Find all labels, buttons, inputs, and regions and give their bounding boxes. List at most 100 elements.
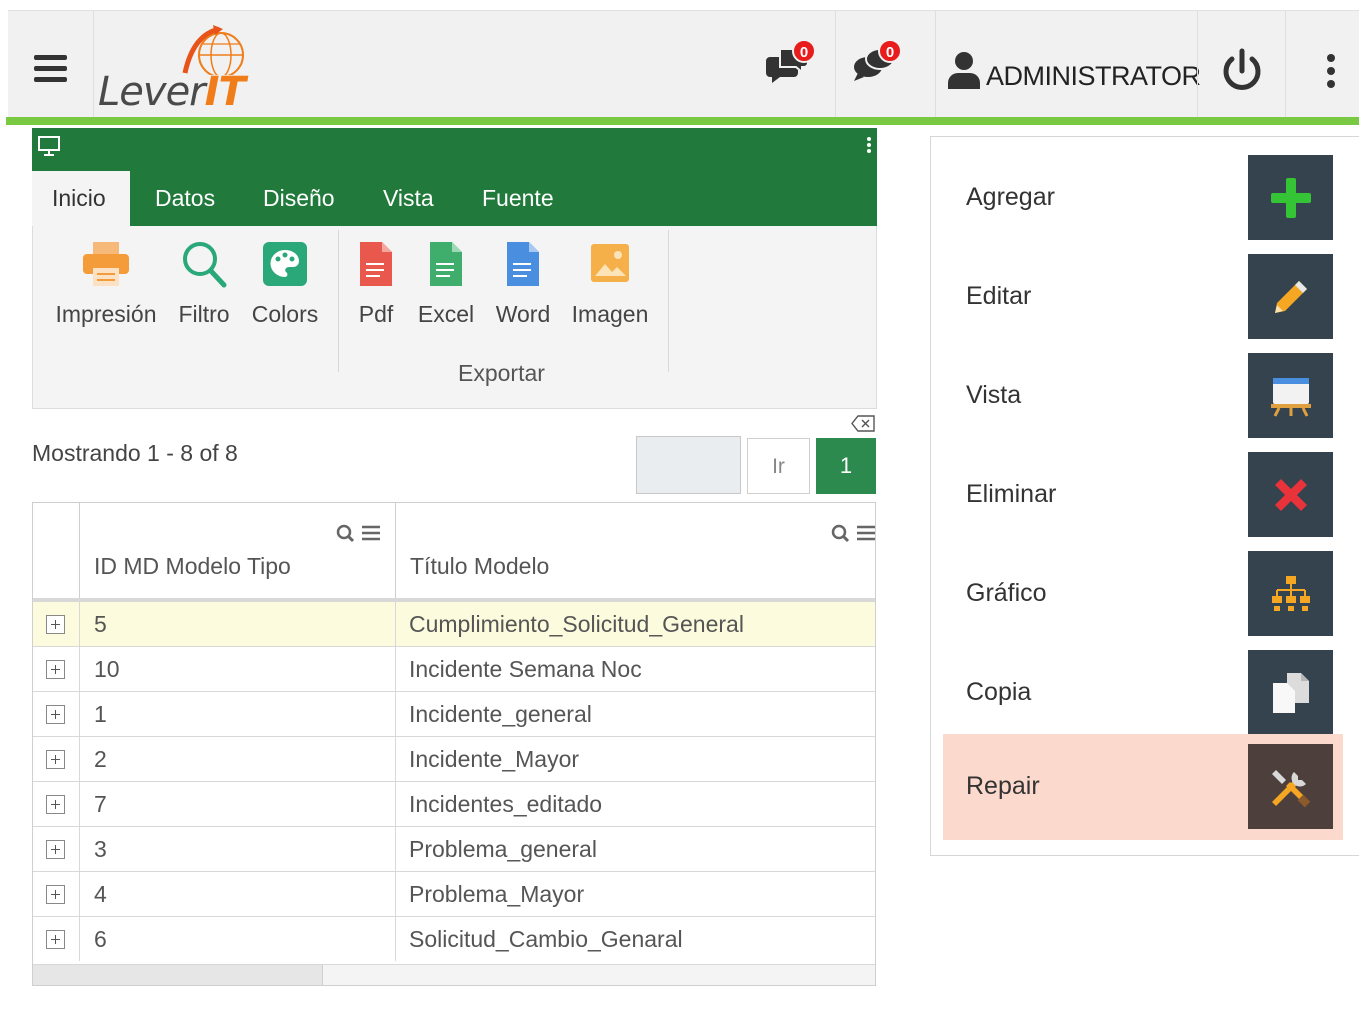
- add-action[interactable]: Agregar: [943, 145, 1343, 244]
- chart-action[interactable]: Gráfico: [943, 541, 1343, 640]
- delete-action[interactable]: Eliminar: [943, 442, 1343, 541]
- image-label: Imagen: [571, 301, 649, 327]
- colors-button[interactable]: Colors: [245, 240, 325, 328]
- chats-button[interactable]: 0: [852, 39, 902, 85]
- easel-icon: [1270, 377, 1311, 417]
- table-row[interactable]: 4 Problema_Mayor: [33, 871, 875, 916]
- go-button[interactable]: Ir: [747, 438, 810, 494]
- expand-plus-icon[interactable]: [46, 750, 65, 769]
- cell-id: 6: [80, 917, 396, 961]
- cell-title: Solicitud_Cambio_Genaral: [409, 926, 683, 952]
- expand-plus-icon[interactable]: [46, 705, 65, 724]
- cell-title: Problema_Mayor: [409, 881, 585, 907]
- pdf-export-button[interactable]: Pdf: [351, 240, 401, 328]
- table-row[interactable]: 6 Solicitud_Cambio_Genaral: [33, 916, 875, 961]
- filter-button[interactable]: Filtro: [173, 240, 235, 328]
- copy-action[interactable]: Copia: [943, 640, 1343, 739]
- cell-id: 3: [80, 827, 396, 871]
- tab-vista[interactable]: Vista: [363, 171, 454, 226]
- cell-title: Incidente Semana Noc: [409, 656, 642, 682]
- expand-plus-icon[interactable]: [46, 660, 65, 679]
- word-file-icon: [507, 242, 539, 286]
- column-title-title: Título Modelo: [410, 553, 550, 579]
- user-menu[interactable]: ADMINISTRATOR: [935, 11, 1201, 118]
- excel-file-icon: [430, 242, 462, 286]
- globe-logo-icon: [182, 25, 244, 75]
- clear-input-icon[interactable]: [851, 415, 875, 432]
- page-1-button[interactable]: 1: [816, 438, 876, 494]
- tab-diseno[interactable]: Diseño: [243, 171, 355, 226]
- repair-action-label: Repair: [966, 772, 1040, 800]
- more-vertical-icon[interactable]: [1324, 53, 1338, 89]
- column-title-id: ID MD Modelo Tipo: [94, 553, 291, 579]
- hamburger-icon-bar: [34, 55, 67, 60]
- delete-action-label: Eliminar: [966, 480, 1057, 508]
- excel-label: Excel: [417, 301, 475, 327]
- view-action-tile[interactable]: [1248, 353, 1333, 438]
- pdf-file-icon: [360, 242, 392, 286]
- cell-title: Problema_general: [409, 836, 597, 862]
- accent-line: [6, 117, 1359, 125]
- leverit-logo[interactable]: LeverIT: [98, 25, 248, 115]
- scrollbar-thumb[interactable]: [33, 965, 323, 985]
- tab-datos[interactable]: Datos: [135, 171, 235, 226]
- menu-toggle-button[interactable]: [8, 11, 94, 118]
- column-search-menu-icon[interactable]: [831, 523, 879, 545]
- column-header-id[interactable]: ID MD Modelo Tipo: [80, 503, 396, 600]
- add-action-tile[interactable]: [1248, 155, 1333, 240]
- delete-action-tile[interactable]: [1248, 452, 1333, 537]
- chart-action-tile[interactable]: [1248, 551, 1333, 636]
- repair-action[interactable]: Repair: [943, 734, 1343, 840]
- expand-plus-icon[interactable]: [46, 615, 65, 634]
- chats-badge: 0: [878, 39, 902, 63]
- edit-action-tile[interactable]: [1248, 254, 1333, 339]
- pencil-icon: [1274, 280, 1307, 313]
- messages-cell: 0: [750, 11, 835, 118]
- table-row[interactable]: 2 Incidente_Mayor: [33, 736, 875, 781]
- top-header: LeverIT 0 0 ADMINISTRATOR: [8, 10, 1359, 118]
- cell-id: 4: [80, 872, 396, 916]
- word-export-button[interactable]: Word: [491, 240, 555, 328]
- edit-action[interactable]: Editar: [943, 244, 1343, 343]
- expand-cell: [33, 692, 80, 736]
- table-row[interactable]: 3 Problema_general: [33, 826, 875, 871]
- view-action[interactable]: Vista: [943, 343, 1343, 442]
- more-options-cell: [1285, 11, 1359, 118]
- column-search-menu-icon[interactable]: [336, 523, 384, 545]
- power-icon[interactable]: [1218, 47, 1266, 95]
- monitor-icon[interactable]: [38, 136, 60, 156]
- expand-cell: [33, 647, 80, 691]
- page-number-input[interactable]: [636, 436, 741, 494]
- tab-inicio[interactable]: Inicio: [32, 171, 130, 226]
- chats-cell: 0: [835, 11, 921, 118]
- copy-action-tile[interactable]: [1248, 650, 1333, 735]
- expand-cell: [33, 602, 80, 646]
- messages-button[interactable]: 0: [766, 39, 816, 85]
- tab-fuente[interactable]: Fuente: [462, 171, 574, 226]
- word-label: Word: [495, 301, 551, 327]
- table-row[interactable]: 1 Incidente_general: [33, 691, 875, 736]
- search-icon: [183, 242, 227, 288]
- ribbon-body: Impresión Filtro Colors Pdf Excel Word I…: [32, 226, 877, 409]
- cell-title: Incidente_Mayor: [409, 746, 580, 772]
- expand-plus-icon[interactable]: [46, 795, 65, 814]
- logo-text-it: IT: [204, 69, 246, 115]
- ribbon-more-icon[interactable]: [866, 136, 872, 154]
- image-file-icon: [591, 244, 629, 282]
- print-button[interactable]: Impresión: [51, 240, 161, 328]
- horizontal-scrollbar[interactable]: [33, 964, 875, 985]
- column-header-title[interactable]: Título Modelo: [396, 503, 875, 600]
- table-row[interactable]: 5 Cumplimiento_Solicitud_General: [33, 601, 875, 646]
- expand-plus-icon[interactable]: [46, 840, 65, 859]
- image-export-button[interactable]: Imagen: [567, 240, 653, 328]
- repair-action-tile[interactable]: [1248, 744, 1333, 829]
- ribbon-separator: [668, 230, 669, 372]
- excel-export-button[interactable]: Excel: [413, 240, 479, 328]
- printer-icon: [83, 242, 129, 286]
- table-row[interactable]: 7 Incidentes_editado: [33, 781, 875, 826]
- table-row[interactable]: 10 Incidente Semana Noc: [33, 646, 875, 691]
- print-label: Impresión: [55, 301, 157, 327]
- expand-plus-icon[interactable]: [46, 930, 65, 949]
- expand-plus-icon[interactable]: [46, 885, 65, 904]
- expand-cell: [33, 917, 80, 961]
